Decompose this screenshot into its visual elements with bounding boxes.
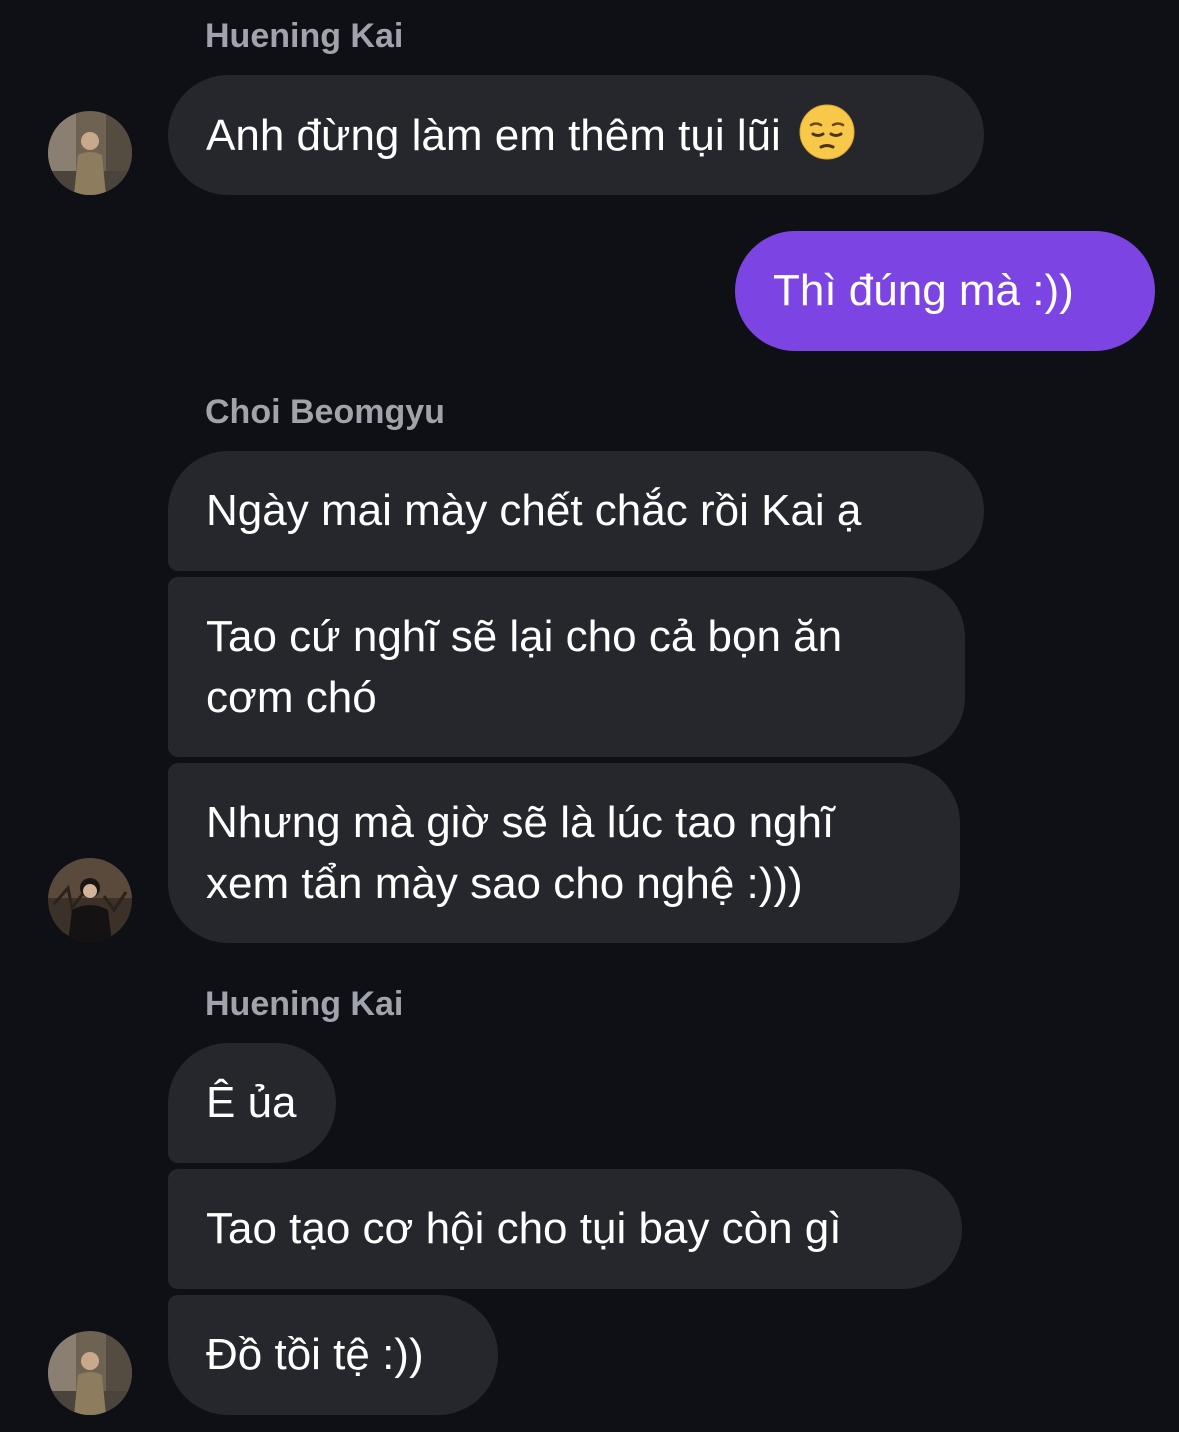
message-bubble[interactable]: Anh đừng làm em thêm tụi lũi [168,75,984,195]
avatar-choi-beomgyu[interactable] [48,858,132,942]
avatar-huening-kai[interactable] [48,111,132,195]
message-bubble[interactable]: Ngày mai mày chết chắc rồi Kai ạ [168,451,984,571]
sender-name-huening-kai: Huening Kai [205,985,404,1023]
message-text: Ê ủa [206,1078,297,1127]
message-bubble[interactable]: Đồ tồi tệ :)) [168,1295,498,1415]
message-text: Anh đừng làm em thêm tụi lũi [206,111,781,160]
avatar-huening-kai[interactable] [48,1331,132,1415]
message-bubble[interactable]: Nhưng mà giờ sẽ là lúc tao nghĩ xem tẩn … [168,763,960,943]
message-bubble[interactable]: Tao cứ nghĩ sẽ lại cho cả bọn ăn cơm chó [168,577,965,757]
message-bubble[interactable]: Tao tạo cơ hội cho tụi bay còn gì [168,1169,962,1289]
message-text: Tao cứ nghĩ sẽ lại cho cả bọn ăn cơm chó [206,612,843,722]
message-bubble[interactable]: Ê ủa [168,1043,336,1163]
message-text: Thì đúng mà :)) [773,266,1074,315]
message-text: Nhưng mà giờ sẽ là lúc tao nghĩ xem tẩn … [206,798,835,908]
message-bubble-outgoing[interactable]: Thì đúng mà :)) [735,231,1155,351]
message-text: Ngày mai mày chết chắc rồi Kai ạ [206,486,862,535]
message-text: Đồ tồi tệ :)) [206,1330,424,1379]
pensive-face-icon [799,104,855,160]
sender-name-choi-beomgyu: Choi Beomgyu [205,393,445,431]
sender-name-huening-kai: Huening Kai [205,17,404,55]
message-text: Tao tạo cơ hội cho tụi bay còn gì [206,1204,842,1253]
